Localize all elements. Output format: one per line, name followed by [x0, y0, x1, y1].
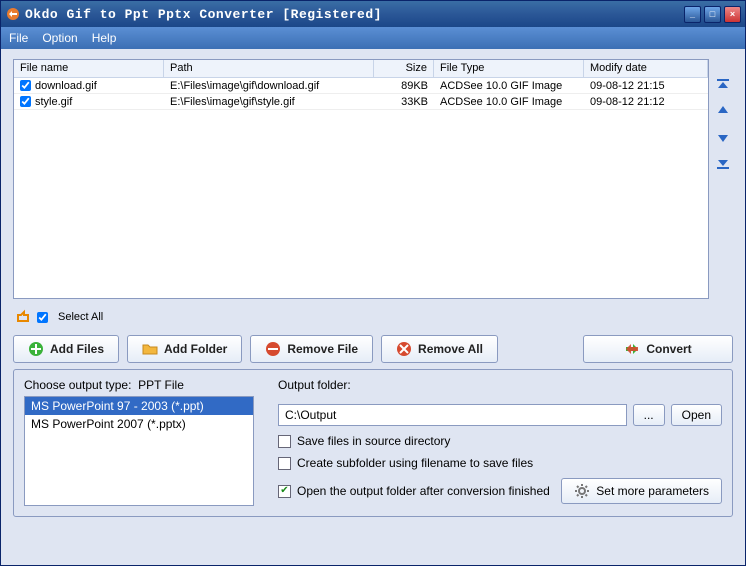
minus-icon — [265, 341, 281, 357]
col-filename[interactable]: File name — [14, 60, 164, 77]
remove-all-icon — [396, 341, 412, 357]
output-type-option[interactable]: MS PowerPoint 97 - 2003 (*.ppt) — [25, 397, 253, 415]
maximize-button[interactable]: □ — [704, 6, 721, 23]
select-all-row: Select All — [13, 305, 733, 329]
move-bottom-icon[interactable] — [715, 155, 731, 171]
up-folder-icon[interactable] — [15, 309, 31, 325]
open-folder-button[interactable]: Open — [671, 404, 722, 426]
open-after-label: Open the output folder after conversion … — [297, 484, 550, 498]
app-window: Okdo Gif to Ppt Pptx Converter [Register… — [0, 0, 746, 566]
menu-option[interactable]: Option — [42, 31, 77, 45]
row-checkbox[interactable] — [20, 96, 31, 107]
gear-icon — [574, 483, 590, 499]
add-folder-button[interactable]: Add Folder — [127, 335, 242, 363]
menubar: File Option Help — [1, 27, 745, 49]
save-source-row: Save files in source directory — [278, 434, 722, 448]
col-path[interactable]: Path — [164, 60, 374, 77]
move-up-icon[interactable] — [715, 103, 731, 119]
select-all-label: Select All — [58, 311, 103, 323]
file-list[interactable]: File name Path Size File Type Modify dat… — [13, 59, 709, 299]
output-folder-input[interactable] — [278, 404, 627, 426]
close-button[interactable]: × — [724, 6, 741, 23]
menu-help[interactable]: Help — [92, 31, 117, 45]
convert-icon — [624, 341, 640, 357]
folder-icon — [142, 341, 158, 357]
subfolder-checkbox[interactable] — [278, 457, 291, 470]
file-list-area: File name Path Size File Type Modify dat… — [13, 59, 733, 299]
row-checkbox[interactable] — [20, 80, 31, 91]
titlebar: Okdo Gif to Ppt Pptx Converter [Register… — [1, 1, 745, 27]
output-type-listbox[interactable]: MS PowerPoint 97 - 2003 (*.ppt)MS PowerP… — [24, 396, 254, 506]
add-files-button[interactable]: Add Files — [13, 335, 119, 363]
open-after-checkbox[interactable] — [278, 485, 291, 498]
remove-file-button[interactable]: Remove File — [250, 335, 373, 363]
file-list-header: File name Path Size File Type Modify dat… — [14, 60, 708, 78]
window-controls: _ □ × — [684, 6, 741, 23]
col-size[interactable]: Size — [374, 60, 434, 77]
output-type-option[interactable]: MS PowerPoint 2007 (*.pptx) — [25, 415, 253, 433]
remove-all-button[interactable]: Remove All — [381, 335, 498, 363]
toolbar-row: Add Files Add Folder Remove File Remove … — [13, 335, 733, 363]
table-row[interactable]: download.gifE:\Files\image\gif\download.… — [14, 78, 708, 94]
settings-panel: Choose output type: PPT File MS PowerPoi… — [13, 369, 733, 517]
col-type[interactable]: File Type — [434, 60, 584, 77]
col-date[interactable]: Modify date — [584, 60, 708, 77]
table-row[interactable]: style.gifE:\Files\image\gif\style.gif33K… — [14, 94, 708, 110]
move-top-icon[interactable] — [715, 77, 731, 93]
plus-icon — [28, 341, 44, 357]
subfolder-row: Create subfolder using filename to save … — [278, 456, 722, 470]
open-after-row: Open the output folder after conversion … — [278, 478, 722, 504]
browse-button[interactable]: ... — [633, 404, 665, 426]
save-source-checkbox[interactable] — [278, 435, 291, 448]
subfolder-label: Create subfolder using filename to save … — [297, 456, 533, 470]
window-title: Okdo Gif to Ppt Pptx Converter [Register… — [25, 7, 684, 22]
content-area: File name Path Size File Type Modify dat… — [1, 49, 745, 565]
select-all-checkbox[interactable] — [37, 312, 48, 323]
output-type-section: Choose output type: PPT File MS PowerPoi… — [24, 378, 254, 506]
minimize-button[interactable]: _ — [684, 6, 701, 23]
output-folder-label: Output folder: — [278, 378, 722, 392]
menu-file[interactable]: File — [9, 31, 28, 45]
output-folder-section: Output folder: ... Open Save files in so… — [278, 378, 722, 506]
move-down-icon[interactable] — [715, 129, 731, 145]
app-icon — [5, 6, 21, 22]
output-folder-row: ... Open — [278, 404, 722, 426]
set-more-parameters-button[interactable]: Set more parameters — [561, 478, 722, 504]
output-type-label: Choose output type: PPT File — [24, 378, 254, 392]
save-source-label: Save files in source directory — [297, 434, 450, 448]
reorder-buttons — [713, 59, 733, 299]
convert-button[interactable]: Convert — [583, 335, 733, 363]
